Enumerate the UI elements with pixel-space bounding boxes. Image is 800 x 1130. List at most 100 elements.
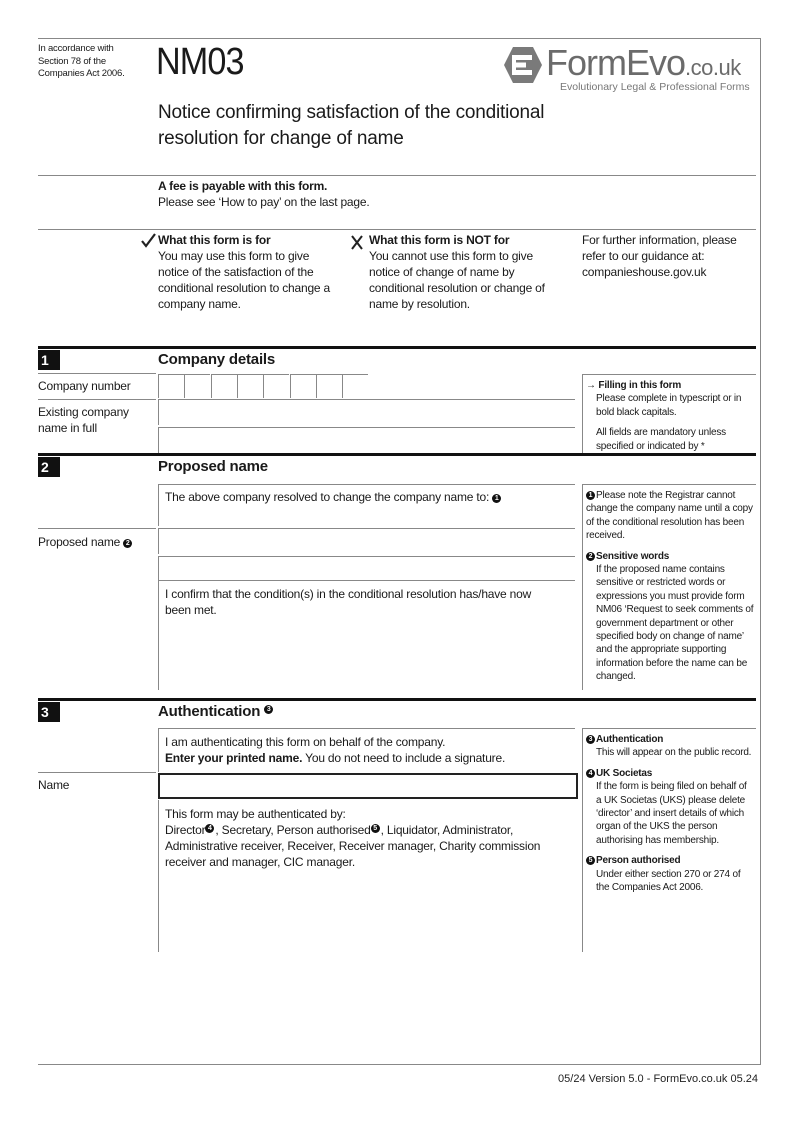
name-label: Name — [38, 778, 70, 792]
formevo-hexagon-logo-icon — [504, 47, 542, 83]
top-rule — [38, 38, 761, 39]
statute-line: Section 78 of the — [38, 55, 106, 67]
title-line: Notice confirming satisfaction of the co… — [158, 102, 545, 123]
company-number-digit[interactable] — [158, 374, 184, 398]
company-number-digit[interactable] — [315, 374, 342, 398]
existing-name-label: Existing company name in full — [38, 405, 129, 435]
company-number-label: Company number — [38, 379, 131, 393]
note-text: Please complete in typescript or in bold… — [596, 393, 742, 418]
fee-text: Please see ‘How to pay’ on the last page… — [158, 195, 370, 209]
enter-name-instruction: Enter your printed name. You do not need… — [165, 750, 569, 766]
right-rule — [760, 38, 761, 1064]
existing-name-input-line1[interactable] — [158, 399, 575, 425]
note-marker-4-icon: 4 — [586, 768, 595, 778]
what-not-for-title: What this form is NOT for — [369, 233, 510, 247]
what-not-for-block: What this form is NOT for You cannot use… — [369, 232, 557, 312]
authoriser-list: Director 4, Secretary, Person authorised 5… — [165, 822, 575, 870]
note-marker-2-icon: 2 — [586, 551, 595, 561]
note-marker-5-icon: 5 — [370, 824, 380, 833]
section-rule — [38, 346, 756, 349]
proposed-name-label: Proposed name 2 — [38, 534, 133, 550]
company-number-digit[interactable] — [210, 374, 237, 398]
what-not-for-text: You cannot use this form to give notice … — [369, 249, 545, 311]
resolved-text-wrap: The above company resolved to change the… — [159, 485, 575, 509]
name-input[interactable] — [158, 773, 578, 799]
director-text: Director — [165, 823, 206, 837]
section-rule — [38, 698, 756, 701]
form-code: NM03 — [156, 41, 245, 83]
page-title: Notice confirming satisfaction of the co… — [158, 100, 544, 152]
divider — [38, 373, 156, 374]
section-rule — [38, 453, 756, 456]
statute-line: Companies Act 2006. — [38, 68, 125, 79]
note-marker-1-icon: 1 — [492, 494, 502, 503]
note-title: UK Societas — [596, 767, 653, 779]
company-number-digit[interactable] — [184, 374, 211, 398]
divider — [38, 175, 756, 176]
company-number-digit[interactable] — [342, 374, 369, 398]
may-be-text: This form may be authenticated by: — [165, 807, 346, 821]
note-marker-3-icon: 3 — [264, 705, 274, 714]
behalf-text-wrap: I am authenticating this form on behalf … — [159, 729, 575, 771]
note-text: If the proposed name contains sensitive … — [596, 564, 754, 683]
what-for-title: What this form is for — [158, 233, 271, 247]
divider — [38, 399, 156, 400]
section-2-notes: 1 Please note the Registrar cannot change… — [582, 484, 756, 690]
proposed-name-label-text: Proposed name — [38, 535, 121, 549]
note-text: Please note the Registrar cannot change … — [586, 490, 753, 542]
section-3-title-text: Authentication — [158, 703, 261, 720]
authenticated-by-text: This form may be authenticated by: Direc… — [159, 800, 581, 876]
what-for-text: You may use this form to give notice of … — [158, 249, 330, 311]
resolved-text: The above company resolved to change the… — [165, 490, 490, 504]
section-1-number: 1 — [38, 350, 60, 370]
existing-name-input-line2[interactable] — [158, 427, 575, 453]
note-marker-1-icon: 1 — [586, 491, 595, 500]
enter-name-bold: Enter your printed name. — [165, 751, 303, 765]
behalf-box: I am authenticating this form on behalf … — [158, 728, 575, 772]
formevo-logo: FormEvo.co.uk Evolutionary Legal & Profe… — [503, 43, 758, 95]
section-2-number: 2 — [38, 457, 60, 477]
fee-title: A fee is payable with this form. — [158, 179, 328, 193]
enter-name-rest: You do not need to include a signature. — [302, 751, 506, 765]
statute-line: In accordance with — [38, 43, 114, 54]
proposed-name-input-line2[interactable] — [158, 556, 575, 582]
section-3-title: Authentication 3 — [158, 703, 274, 720]
note-text: If the form is being filed on behalf of … — [596, 781, 747, 846]
arrow-right-icon: → — [586, 380, 596, 391]
company-number-digit[interactable] — [236, 374, 263, 398]
behalf-text: I am authenticating this form on behalf … — [165, 735, 446, 749]
further-info: For further information, please refer to… — [582, 233, 737, 279]
logo-domain: .co.uk — [685, 55, 741, 80]
section-1-title: Company details — [158, 351, 276, 368]
company-number-digit[interactable] — [263, 374, 290, 398]
fee-notice: A fee is payable with this form. Please … — [158, 178, 370, 210]
title-line: resolution for change of name — [158, 128, 404, 149]
note-marker-5-icon: 5 — [586, 856, 595, 866]
company-number-input[interactable] — [158, 374, 369, 398]
logo-tagline: Evolutionary Legal & Professional Forms — [560, 81, 750, 93]
what-for-block: What this form is for You may use this f… — [158, 232, 340, 312]
bottom-rule — [38, 1064, 761, 1065]
note-marker-2-icon: 2 — [123, 539, 133, 548]
company-number-digit[interactable] — [289, 374, 316, 398]
note-title: Person authorised — [596, 855, 681, 867]
proposed-name-input-line1[interactable] — [158, 528, 575, 554]
note-title: Sensitive words — [596, 550, 670, 562]
authenticated-by-box: This form may be authenticated by: Direc… — [158, 800, 575, 952]
confirm-text: I confirm that the condition(s) in the c… — [165, 587, 532, 617]
note-text: Under either section 270 or 274 of the C… — [596, 868, 741, 894]
statute-note: In accordance with Section 78 of the Com… — [38, 43, 125, 81]
cross-icon — [351, 235, 363, 250]
checkmark-icon — [141, 233, 156, 248]
resolved-box: The above company resolved to change the… — [158, 484, 575, 526]
section-3-notes: 3 Authentication This will appear on the … — [582, 728, 756, 952]
confirm-box: I confirm that the condition(s) in the c… — [158, 580, 575, 690]
divider — [38, 229, 756, 230]
logo-brand: FormEvo — [546, 42, 686, 83]
note-marker-3-icon: 3 — [586, 735, 595, 744]
note-title: Filling in this form — [598, 380, 682, 391]
authoriser-mid: , Secretary, Person authorised — [215, 823, 371, 837]
note-title: Authentication — [596, 734, 664, 745]
version-footer: 05/24 Version 5.0 - FormEvo.co.uk 05.24 — [558, 1073, 758, 1085]
note-filling-in: → Filling in this form Please complete i… — [582, 374, 756, 454]
